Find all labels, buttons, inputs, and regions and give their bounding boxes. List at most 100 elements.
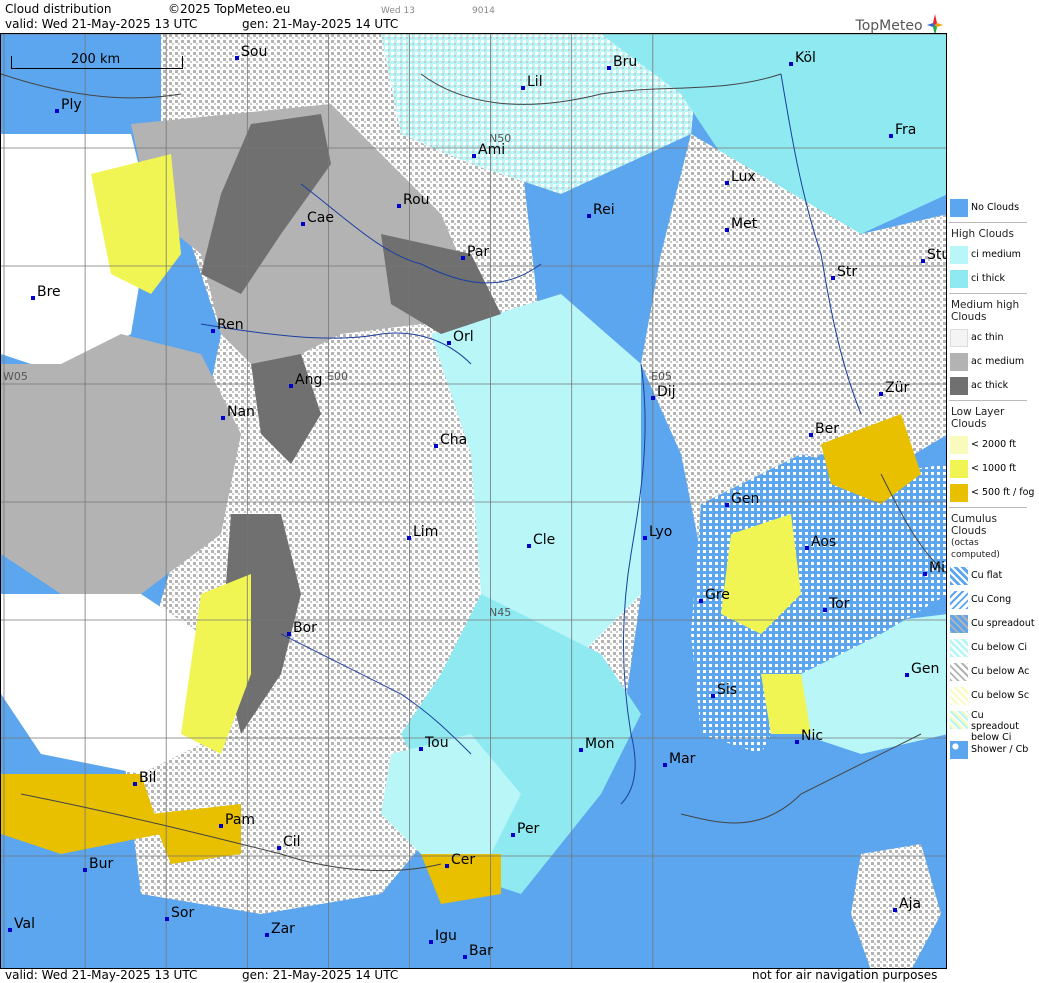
city-marker-icon — [235, 56, 239, 60]
city-marker-icon — [472, 154, 476, 158]
city-marker-icon — [461, 256, 465, 260]
city-name: Igu — [435, 928, 457, 944]
city-label: Nan — [221, 404, 255, 420]
legend-swatch-low1 — [950, 436, 968, 454]
city-label: Gen — [725, 491, 759, 507]
city-name: Cha — [440, 432, 468, 448]
city-marker-icon — [923, 572, 927, 576]
city-name: Lil — [527, 74, 543, 90]
city-name: Fra — [895, 122, 917, 138]
legend-shower: Shower / Cb — [949, 738, 1028, 762]
city-marker-icon — [879, 392, 883, 396]
disclaimer: not for air navigation purposes — [752, 968, 938, 982]
city-label: Orl — [447, 329, 474, 345]
legend-label-cu-flat: Cu flat — [971, 570, 1003, 581]
grid-label-n45: N45 — [489, 606, 512, 619]
city-label: Met — [725, 216, 758, 232]
legend-label-low3: < 500 ft / fog — [971, 487, 1035, 498]
city-name: Sou — [241, 44, 268, 60]
city-label: Lyo — [643, 524, 672, 540]
city-label: Fra — [889, 122, 917, 138]
legend-cu-heading: Cumulus Clouds — [951, 513, 997, 537]
city-marker-icon — [699, 599, 703, 603]
legend-ci-thick: ci thick — [949, 267, 1027, 291]
cloud-map[interactable]: 200 km N50 N45 W05 E00 E05 Sou Bru Köl Ply L… — [0, 33, 947, 969]
city-name: Rei — [593, 202, 615, 218]
city-label: Ply — [55, 97, 82, 113]
legend-swatch-ac-thick — [950, 377, 968, 395]
city-label: Sou — [235, 44, 268, 60]
city-label: Bor — [287, 620, 317, 636]
grid-label-e00: E00 — [327, 370, 348, 383]
city-name: Par — [467, 244, 490, 260]
legend-cu-below-ac: Cu below Ac — [949, 660, 1030, 684]
city-name: Orl — [453, 329, 474, 345]
city-marker-icon — [607, 66, 611, 70]
city-label: Str — [831, 264, 858, 280]
city-marker-icon — [407, 536, 411, 540]
legend-swatch-cu-cong — [950, 591, 968, 609]
city-marker-icon — [397, 204, 401, 208]
city-marker-icon — [579, 748, 583, 752]
city-marker-icon — [8, 928, 12, 932]
city-name: Met — [731, 216, 758, 232]
grid-label-e05: E05 — [651, 370, 672, 383]
city-marker-icon — [447, 341, 451, 345]
city-label: Lim — [407, 524, 438, 540]
legend-low3: < 500 ft / fog — [949, 481, 1034, 505]
city-name: Str — [837, 264, 858, 280]
city-marker-icon — [511, 833, 515, 837]
legend-swatch-cu-spread — [950, 615, 968, 633]
city-label: Bre — [31, 284, 61, 300]
city-label: Lux — [725, 169, 756, 185]
city-label: Aos — [805, 534, 836, 550]
city-name: Mon — [585, 736, 615, 752]
city-name: Bar — [469, 943, 493, 959]
city-label: Stu — [921, 247, 946, 263]
header-tiny-code: 9014 — [472, 6, 495, 16]
city-marker-icon — [211, 329, 215, 333]
legend-low2: < 1000 ft — [949, 457, 1027, 481]
generated-time-header: gen: 21-May-2025 14 UTC — [242, 17, 399, 31]
logo-text: TopMeteo — [855, 18, 923, 34]
city-name: Cer — [451, 852, 476, 868]
legend-high-heading: High Clouds — [951, 228, 1014, 240]
legend-swatch-shower — [950, 741, 968, 759]
city-name: Tor — [829, 596, 850, 612]
city-marker-icon — [527, 544, 531, 548]
city-label: Bru — [607, 54, 637, 70]
city-marker-icon — [419, 747, 423, 751]
city-marker-icon — [893, 908, 897, 912]
city-name: Mil — [929, 560, 947, 576]
city-marker-icon — [587, 214, 591, 218]
city-label: Cae — [301, 210, 334, 226]
legend-low1: < 2000 ft — [949, 433, 1027, 457]
legend-label-cu-below-sc: Cu below Sc — [971, 690, 1030, 701]
legend-swatch-cu-below-sc — [950, 687, 968, 705]
legend-swatch-ci-thick — [950, 270, 968, 288]
city-marker-icon — [55, 109, 59, 113]
city-name: Stu — [927, 247, 946, 263]
city-label: Ber — [809, 421, 839, 437]
city-marker-icon — [711, 694, 715, 698]
city-marker-icon — [133, 782, 137, 786]
legend-ci-medium: ci medium — [949, 243, 1027, 267]
city-name: Lux — [731, 169, 756, 185]
city-marker-icon — [83, 868, 87, 872]
city-label: Rei — [587, 202, 615, 218]
city-marker-icon — [663, 763, 667, 767]
grid-label-w05: W05 — [3, 370, 28, 383]
city-marker-icon — [445, 864, 449, 868]
city-marker-icon — [905, 673, 909, 677]
city-label: Nic — [795, 728, 823, 744]
city-label: Mar — [663, 751, 696, 767]
city-name: Mar — [669, 751, 696, 767]
city-label: Bar — [463, 943, 493, 959]
city-name: Sor — [171, 905, 195, 921]
city-name: Pam — [225, 812, 256, 828]
city-marker-icon — [289, 384, 293, 388]
legend-label-ac-medium: ac medium — [971, 356, 1025, 367]
legend-label-cu-below-ac: Cu below Ac — [971, 666, 1030, 677]
city-name: Bil — [139, 770, 157, 786]
city-name: Cil — [283, 834, 301, 850]
